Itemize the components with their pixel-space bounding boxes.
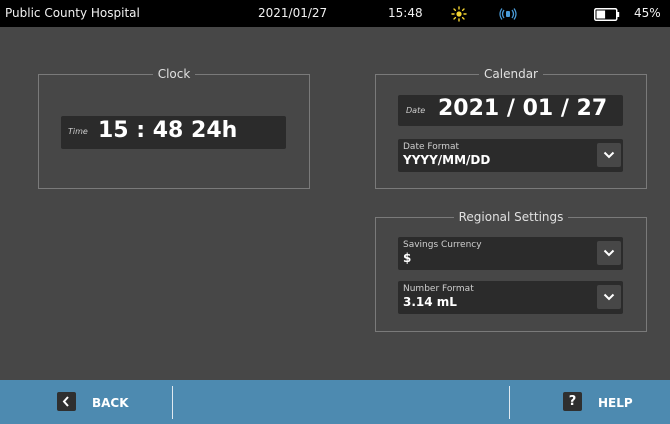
currency-value: $ bbox=[403, 251, 412, 265]
status-bar: Public County Hospital 2021/01/27 15:48 … bbox=[0, 0, 670, 27]
chevron-down-icon[interactable] bbox=[597, 241, 621, 265]
calendar-panel: Calendar Date 2021 / 01 / 27 Date Format… bbox=[375, 67, 647, 189]
footer-divider bbox=[172, 386, 173, 419]
battery-icon bbox=[594, 8, 620, 21]
date-format-value: YYYY/MM/DD bbox=[403, 153, 491, 167]
help-label: HELP bbox=[598, 396, 633, 410]
footer-divider bbox=[509, 386, 510, 419]
time-field[interactable]: Time 15 : 48 24h bbox=[61, 116, 286, 149]
status-date: 2021/01/27 bbox=[258, 6, 328, 20]
clock-title: Clock bbox=[152, 67, 196, 81]
chevron-down-icon[interactable] bbox=[597, 285, 621, 309]
date-tag: Date bbox=[406, 106, 426, 115]
date-format-select[interactable]: Date Format YYYY/MM/DD bbox=[398, 139, 623, 172]
number-format-select[interactable]: Number Format 3.14 mL bbox=[398, 281, 623, 314]
footer-bar: BACK ? HELP bbox=[0, 380, 670, 424]
back-label: BACK bbox=[92, 396, 129, 410]
hospital-name: Public County Hospital bbox=[5, 6, 140, 20]
number-format-value: 3.14 mL bbox=[403, 295, 457, 309]
calendar-title: Calendar bbox=[479, 67, 543, 81]
chevron-left-icon bbox=[57, 392, 76, 411]
number-format-label: Number Format bbox=[403, 284, 474, 294]
date-value: 2021 / 01 / 27 bbox=[438, 96, 608, 121]
question-icon: ? bbox=[563, 392, 582, 411]
volume-icon bbox=[499, 8, 517, 20]
date-field[interactable]: Date 2021 / 01 / 27 bbox=[398, 95, 623, 126]
chevron-down-icon[interactable] bbox=[597, 143, 621, 167]
savings-currency-select[interactable]: Savings Currency $ bbox=[398, 237, 623, 270]
time-tag: Time bbox=[68, 127, 88, 136]
time-value: 15 : 48 24h bbox=[98, 118, 238, 143]
regional-settings-panel: Regional Settings Savings Currency $ Num… bbox=[375, 210, 647, 332]
date-format-label: Date Format bbox=[403, 142, 460, 152]
clock-panel: Clock Time 15 : 48 24h bbox=[38, 67, 310, 189]
currency-label: Savings Currency bbox=[403, 240, 482, 250]
brightness-icon bbox=[451, 6, 467, 22]
battery-percent: 45% bbox=[634, 6, 661, 20]
regional-title: Regional Settings bbox=[453, 210, 569, 224]
help-icon-glyph: ? bbox=[568, 394, 577, 409]
status-time: 15:48 bbox=[388, 6, 423, 20]
help-button[interactable]: ? HELP bbox=[563, 386, 643, 418]
back-button[interactable]: BACK bbox=[57, 386, 157, 418]
